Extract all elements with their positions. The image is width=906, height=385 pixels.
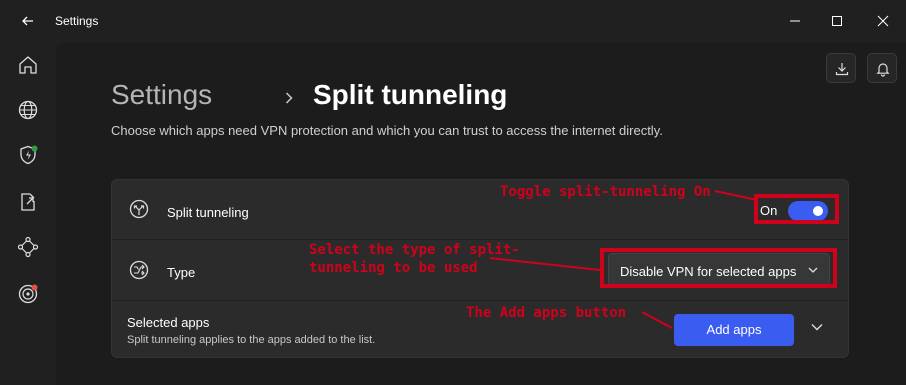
annotation-add: The Add apps button bbox=[466, 305, 627, 321]
annotation-type-line2: tunneling to be used bbox=[309, 260, 478, 276]
annotation-toggle: Toggle split-tunneling On bbox=[500, 184, 711, 200]
type-highlight-box bbox=[600, 248, 837, 288]
annotation-type-line1: Select the type of split- bbox=[309, 242, 520, 258]
annotation-arrows bbox=[489, 190, 758, 329]
toggle-highlight-box bbox=[754, 194, 839, 224]
